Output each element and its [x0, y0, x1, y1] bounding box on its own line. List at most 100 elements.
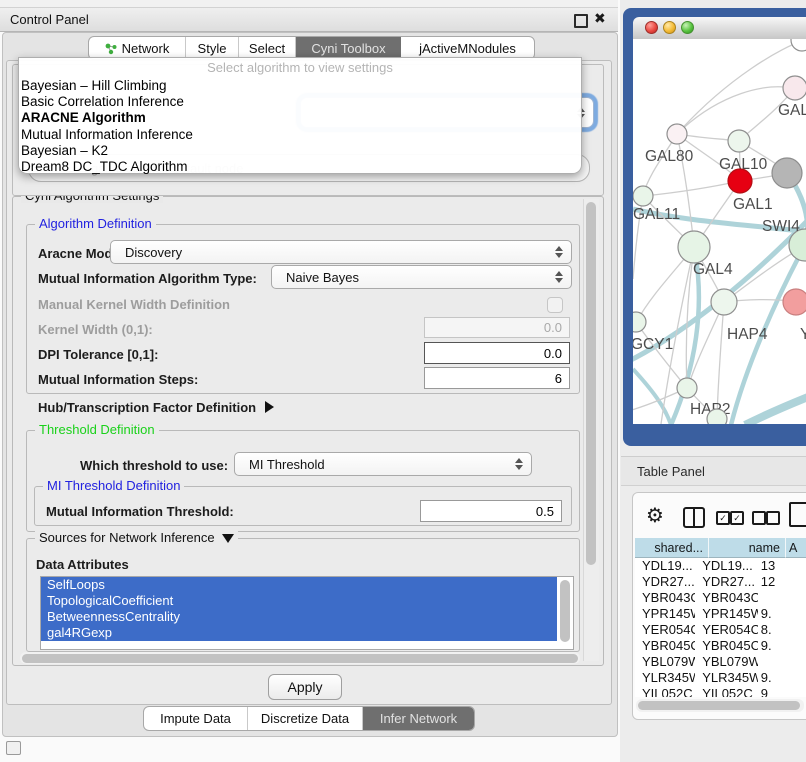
network-node-hap2[interactable]	[677, 378, 697, 398]
close-traffic-light[interactable]	[645, 21, 658, 34]
kernel-width-field[interactable]: 0.0	[424, 317, 570, 338]
network-node-label: GAL1	[733, 196, 773, 213]
table-row[interactable]: YER054CYER054C8.	[635, 622, 806, 638]
table-row[interactable]: YDR27...YDR27...12	[635, 574, 806, 590]
tab-network[interactable]: Network	[89, 37, 186, 59]
algorithm-popup: Select algorithm to view settings Bayesi…	[18, 57, 582, 174]
table-cell: 8.	[758, 622, 806, 638]
table-row[interactable]: YBL079WYBL079W	[635, 654, 806, 670]
mi-steps-value: 6	[555, 371, 562, 386]
control-panel-titlebar: Control Panel ✖	[0, 8, 618, 32]
algorithm-popup-item[interactable]: Dream8 DC_TDC Algorithm	[19, 159, 581, 175]
kernel-width-value: 0.0	[544, 320, 562, 335]
table-row[interactable]: YPR145WYPR145W9.	[635, 606, 806, 622]
minimized-panel-icon[interactable]	[6, 741, 21, 755]
data-attribute-item[interactable]: SelfLoops	[41, 577, 557, 593]
table-cell: YBL079W	[635, 654, 695, 670]
algorithm-popup-item[interactable]: Mutual Information Inference	[19, 127, 581, 143]
network-node-gal[interactable]	[783, 76, 806, 100]
minimize-traffic-light[interactable]	[663, 21, 676, 34]
network-node-gal1[interactable]	[728, 169, 752, 193]
uncheck-all-icon-1[interactable]	[752, 511, 766, 525]
dpi-tolerance-field[interactable]: 0.0	[424, 342, 570, 364]
manual-kernel-checkbox[interactable]	[547, 297, 563, 313]
which-threshold-value: MI Threshold	[235, 457, 325, 472]
table-row[interactable]: YLR345WYLR345W9.	[635, 670, 806, 686]
network-node-hap4[interactable]	[711, 289, 737, 315]
check-all-icon-1[interactable]: ✓	[716, 511, 730, 525]
float-panel-icon[interactable]	[574, 14, 588, 28]
close-panel-icon[interactable]: ✖	[594, 10, 606, 27]
network-canvas[interactable]: GALGAL80GAL10GAL1GAL11SWI4GAL4GCY1HAP4YH…	[633, 39, 806, 424]
network-node-label: GCY1	[633, 336, 673, 353]
table-hscroll-thumb[interactable]	[638, 701, 800, 710]
mi-threshold-field[interactable]: 0.5	[420, 500, 562, 522]
network-node[interactable]	[707, 409, 727, 424]
columns-icon[interactable]	[683, 507, 705, 528]
network-node-gal11[interactable]	[633, 186, 653, 206]
uncheck-all-icon-2[interactable]	[766, 511, 780, 525]
table-horizontal-scrollbar[interactable]	[636, 699, 804, 712]
table-column-header[interactable]: name	[709, 538, 786, 558]
hub-definition-toggle[interactable]: Hub/Transcription Factor Definition	[38, 400, 274, 415]
control-panel-title: Control Panel	[10, 12, 89, 27]
table-row[interactable]: YIL052CYIL052C9	[635, 686, 806, 697]
network-node-gal80[interactable]	[667, 124, 687, 144]
algorithm-popup-item[interactable]: Basic Correlation Inference	[19, 94, 581, 110]
network-node-gal4[interactable]	[678, 231, 710, 263]
settings-horizontal-scrollbar[interactable]	[20, 652, 580, 664]
network-node[interactable]	[791, 39, 806, 51]
mi-threshold-label: Mutual Information Threshold:	[46, 504, 234, 519]
table-cell: 9	[758, 686, 806, 697]
tab-style[interactable]: Style	[186, 37, 239, 59]
bottom-tab-discretize-data[interactable]: Discretize Data	[248, 707, 363, 730]
table-cell: YLR345W	[695, 670, 758, 686]
settings-hscroll-thumb[interactable]	[22, 654, 578, 663]
tab-jactivemnodules[interactable]: jActiveMNodules	[401, 37, 534, 59]
table-row[interactable]: YBR043CYBR043C	[635, 590, 806, 606]
manual-kernel-label: Manual Kernel Width Definition	[38, 297, 230, 312]
network-node-label: Y	[800, 326, 806, 343]
algorithm-popup-item[interactable]: ARACNE Algorithm	[19, 110, 581, 126]
settings-vscroll-thumb[interactable]	[586, 202, 596, 565]
aracne-mode-combobox[interactable]: Discovery	[110, 240, 572, 264]
data-attribute-item[interactable]: BetweennessCentrality	[41, 609, 557, 625]
apply-button[interactable]: Apply	[268, 674, 342, 700]
network-node-gcy1[interactable]	[633, 312, 646, 332]
which-threshold-combobox[interactable]: MI Threshold	[234, 452, 532, 476]
mi-steps-field[interactable]: 6	[424, 367, 570, 389]
network-node-label: GAL80	[645, 148, 694, 165]
tab-label: Network	[122, 41, 170, 56]
sources-group-title[interactable]: Sources for Network Inference	[35, 530, 238, 545]
table-column-header[interactable]: shared...	[635, 538, 709, 558]
tab-select[interactable]: Select	[239, 37, 296, 59]
network-node-y[interactable]	[783, 289, 806, 315]
table-cell: YIL052C	[695, 686, 758, 697]
settings-vertical-scrollbar[interactable]	[583, 199, 599, 661]
bottom-tab-impute-data[interactable]: Impute Data	[144, 707, 248, 730]
tab-cyni-toolbox[interactable]: Cyni Toolbox	[296, 37, 401, 59]
network-window-titlebar[interactable]	[633, 17, 806, 40]
table-cell: YBL079W	[695, 654, 758, 670]
mi-type-label: Mutual Information Algorithm Type:	[38, 271, 257, 286]
table-row[interactable]: YBR045CYBR045C9.	[635, 638, 806, 654]
bottom-tab-infer-network[interactable]: Infer Network	[363, 707, 474, 730]
gear-icon[interactable]: ⚙	[646, 503, 664, 528]
algorithm-popup-item[interactable]: Bayesian – Hill Climbing	[19, 78, 581, 94]
algorithm-popup-item[interactable]: Bayesian – K2	[19, 143, 581, 159]
table-row[interactable]: YDL19...YDL19...13	[635, 558, 806, 574]
data-attribute-item[interactable]: gal4RGexp	[41, 625, 557, 641]
file-icon[interactable]	[789, 502, 806, 527]
tab-label: jActiveMNodules	[419, 41, 516, 56]
threshold-definition-title: Threshold Definition	[35, 422, 159, 437]
table-cell: YBR045C	[695, 638, 758, 654]
mi-type-combobox[interactable]: Naive Bayes	[271, 265, 572, 289]
check-all-icon-2[interactable]: ✓	[730, 511, 744, 525]
network-node-label: GAL11	[633, 206, 680, 223]
network-node[interactable]	[772, 158, 802, 188]
network-node-gal10[interactable]	[728, 130, 750, 152]
table-column-header[interactable]: A	[786, 538, 806, 558]
list-vscroll-thumb[interactable]	[560, 580, 570, 642]
zoom-traffic-light[interactable]	[681, 21, 694, 34]
data-attribute-item[interactable]: TopologicalCoefficient	[41, 593, 557, 609]
